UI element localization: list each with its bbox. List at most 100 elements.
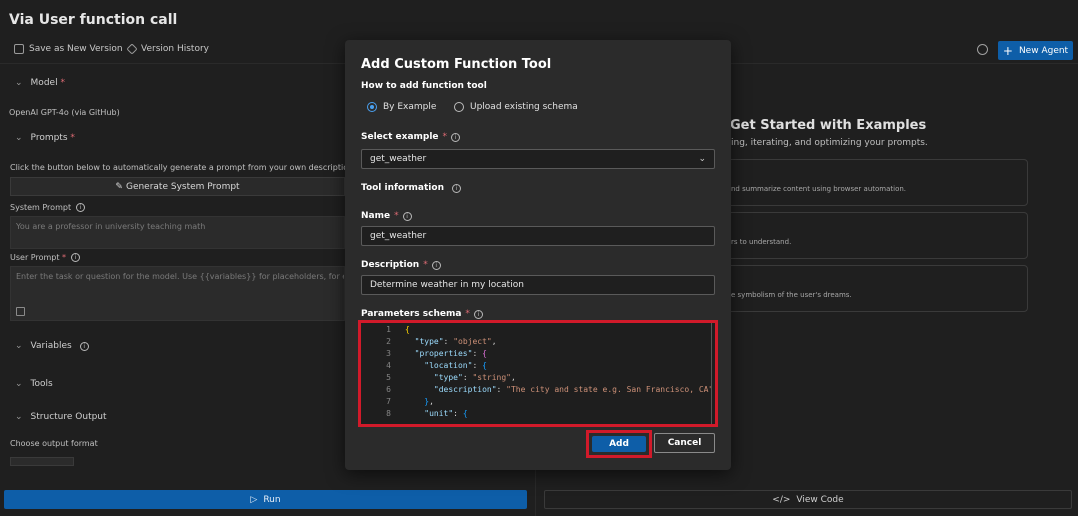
description-label: Description * i: [361, 260, 441, 270]
image-icon[interactable]: [16, 307, 25, 316]
info-icon: i: [451, 132, 461, 142]
history-label: Version History: [141, 44, 209, 54]
code-line: 5 "type": "string",: [386, 373, 516, 382]
save-icon: [14, 44, 24, 54]
radio-by-example-label: By Example: [383, 102, 437, 112]
code-icon: </>: [772, 494, 791, 505]
structure-output-section-header[interactable]: ⌄ Structure Output: [15, 412, 107, 422]
editor-scrollbar[interactable]: [711, 323, 712, 424]
chevron-down-icon: ⌄: [15, 133, 23, 143]
add-button-highlight: Add: [586, 430, 652, 458]
info-icon: i: [76, 203, 86, 212]
name-label: Name * i: [361, 211, 412, 221]
dialog-title: Add Custom Function Tool: [361, 57, 552, 72]
tools-label: Tools: [30, 379, 53, 389]
generate-label: Generate System Prompt: [125, 181, 240, 192]
select-example-text: Select example: [361, 132, 439, 142]
variables-label: Variables: [30, 341, 72, 351]
prompts-hint: Click the button below to automatically …: [10, 163, 349, 172]
example-card[interactable]: nd summarize content using browser autom…: [720, 159, 1028, 206]
examples-subtitle: ing, iterating, and optimizing your prom…: [731, 138, 928, 148]
example-card-text: nd summarize content using browser autom…: [731, 185, 907, 193]
chevron-down-icon: ⌄: [15, 379, 23, 389]
view-code-label: View Code: [796, 494, 844, 505]
model-section-header[interactable]: ⌄ Model *: [15, 78, 65, 88]
code-line: 4 "location": {: [386, 361, 487, 370]
radio-upload-schema[interactable]: Upload existing schema: [454, 102, 578, 112]
cancel-button[interactable]: Cancel: [654, 433, 715, 453]
name-text: Name: [361, 211, 391, 221]
add-button[interactable]: Add: [592, 436, 646, 452]
info-icon: i: [402, 211, 412, 221]
chevron-down-icon: ⌄: [15, 341, 23, 351]
description-text: Description: [361, 260, 420, 270]
info-icon: i: [473, 309, 483, 319]
system-prompt-input[interactable]: You are a professor in university teachi…: [10, 216, 345, 249]
new-agent-label: New Agent: [1018, 45, 1069, 56]
select-example-label: Select example * i: [361, 132, 461, 142]
system-prompt-label-row: System Prompt i: [10, 203, 86, 212]
model-value[interactable]: OpenAI GPT-4o (via GitHub): [9, 108, 120, 117]
select-example-value: get_weather: [370, 154, 427, 164]
system-prompt-placeholder: You are a professor in university teachi…: [16, 222, 206, 231]
view-code-button[interactable]: </> View Code: [544, 490, 1072, 509]
example-card[interactable]: rs to understand.: [720, 212, 1028, 259]
radio-upload-schema-label: Upload existing schema: [470, 102, 578, 112]
user-prompt-label: User Prompt: [10, 253, 60, 262]
name-input[interactable]: get_weather: [361, 226, 715, 246]
parameters-schema-label: Parameters schema * i: [361, 309, 483, 319]
example-card-text: e symbolism of the user's dreams.: [731, 291, 852, 299]
new-agent-button[interactable]: + New Agent: [998, 41, 1073, 60]
variables-section-header[interactable]: ⌄ Variables i: [15, 341, 89, 351]
user-prompt-label-row: User Prompt * i: [10, 253, 81, 262]
system-prompt-label: System Prompt: [10, 203, 72, 212]
add-label: Add: [609, 439, 629, 449]
user-prompt-input[interactable]: Enter the task or question for the model…: [10, 266, 345, 321]
prompts-section-header[interactable]: ⌄ Prompts *: [15, 133, 75, 143]
sparkle-icon: ✎: [115, 181, 123, 192]
info-icon: i: [431, 260, 441, 270]
description-input[interactable]: Determine weather in my location: [361, 275, 715, 295]
run-button[interactable]: ▷ Run: [4, 490, 527, 509]
user-prompt-placeholder: Enter the task or question for the model…: [16, 272, 344, 281]
structure-output-label: Structure Output: [30, 412, 107, 422]
generate-system-prompt-button[interactable]: ✎ Generate System Prompt: [10, 177, 345, 196]
info-icon: i: [79, 341, 89, 351]
output-format-select[interactable]: [10, 457, 74, 466]
radio-by-example[interactable]: By Example: [367, 102, 436, 112]
parameters-schema-editor[interactable]: 1{ 2 "type": "object", 3 "properties": {…: [358, 320, 718, 427]
version-history-button[interactable]: Version History: [126, 43, 209, 55]
save-label: Save as New Version: [29, 44, 123, 54]
play-icon: ▷: [250, 494, 258, 505]
how-to-add-text: How to add function tool: [361, 81, 487, 91]
chevron-down-icon: ⌄: [15, 412, 23, 422]
tools-section-header[interactable]: ⌄ Tools: [15, 379, 53, 389]
radio-unselected-icon: [454, 102, 464, 112]
examples-title: Get Started with Examples: [730, 118, 927, 133]
tool-information-label: Tool information i: [361, 183, 461, 193]
how-to-add-label: How to add function tool: [361, 81, 487, 91]
description-value: Determine weather in my location: [370, 280, 524, 290]
code-line: 3 "properties": {: [386, 349, 487, 358]
model-label: Model: [30, 78, 58, 88]
output-format-label: Choose output format: [10, 439, 98, 448]
chevron-down-icon: ⌄: [698, 154, 706, 164]
radio-selected-icon: [367, 102, 377, 112]
parameters-schema-text: Parameters schema: [361, 309, 462, 319]
chevron-down-icon: ⌄: [15, 78, 23, 88]
layers-icon: [126, 43, 138, 55]
code-line: 8 "unit": {: [386, 409, 468, 418]
add-custom-function-tool-dialog: Add Custom Function Tool How to add func…: [345, 40, 731, 470]
history-icon[interactable]: [977, 44, 988, 55]
example-card[interactable]: e symbolism of the user's dreams.: [720, 265, 1028, 312]
info-icon: i: [452, 183, 461, 193]
example-card-text: rs to understand.: [731, 238, 792, 246]
cancel-label: Cancel: [667, 438, 702, 448]
save-as-new-version-button[interactable]: Save as New Version: [14, 44, 123, 54]
select-example-dropdown[interactable]: get_weather ⌄: [361, 149, 715, 169]
prompts-label: Prompts: [30, 133, 68, 143]
run-label: Run: [263, 494, 281, 505]
code-line: 1{: [386, 325, 410, 334]
page-title: Via User function call: [9, 12, 178, 28]
code-line: 6 "description": "The city and state e.g…: [386, 385, 714, 394]
